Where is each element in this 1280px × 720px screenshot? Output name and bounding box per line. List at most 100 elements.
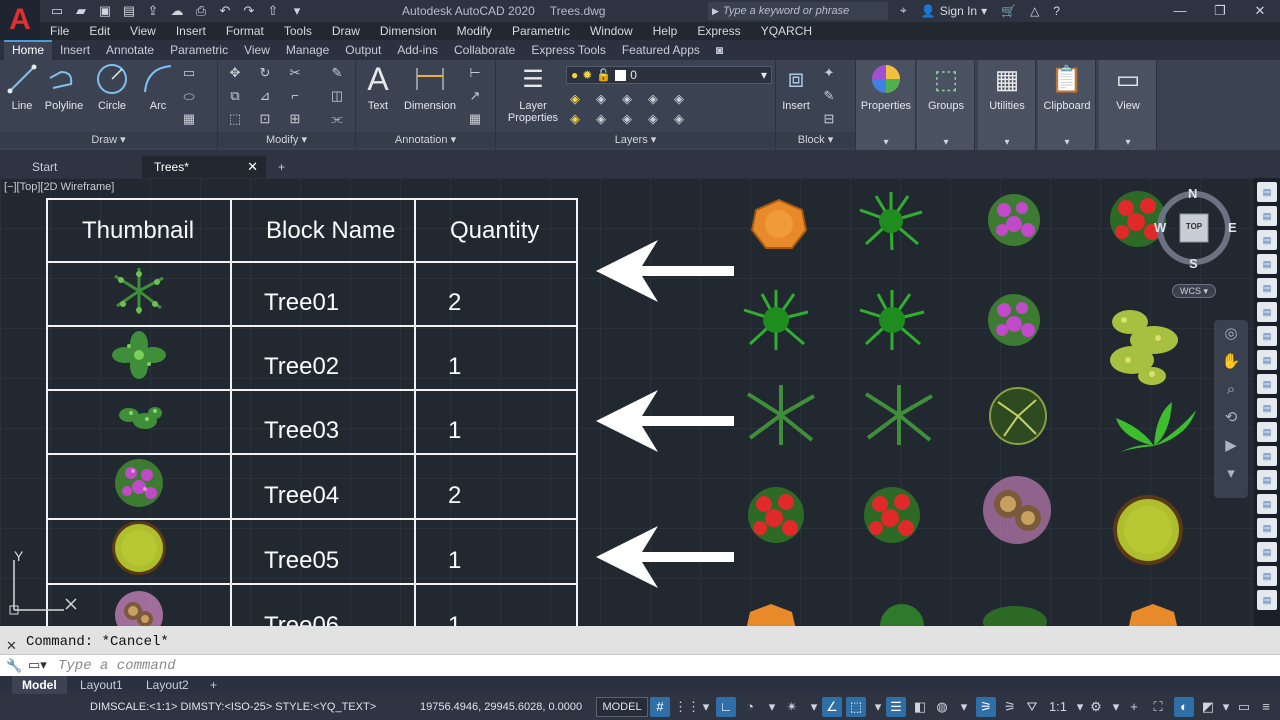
chevron-down-icon[interactable]: ▾	[804, 697, 824, 717]
customization-icon[interactable]: ≡	[1256, 697, 1276, 717]
menu-format[interactable]: Format	[216, 22, 274, 40]
binoculars-icon[interactable]: ⌖	[900, 3, 907, 18]
palette-tool-icon[interactable]: ▤	[1257, 446, 1277, 466]
workspace-gear-icon[interactable]: ⚙	[1086, 697, 1106, 717]
block-attributes-icon[interactable]: ⊟	[820, 110, 838, 128]
groups-button[interactable]: ⬚ Groups ▾	[917, 60, 975, 150]
layers-panel-title[interactable]: Layers ▾	[496, 132, 775, 148]
menu-modify[interactable]: Modify	[447, 22, 502, 40]
new-layout-button[interactable]: +	[200, 676, 227, 694]
draw-panel-title[interactable]: Draw ▾	[0, 132, 217, 148]
auto-scale-icon[interactable]: ⚞	[1000, 697, 1020, 717]
nav-bar-settings-icon[interactable]: ▾	[1214, 460, 1248, 488]
undo-icon[interactable]: ↶	[216, 2, 234, 20]
layer-properties-button[interactable]: ☰ Layer Properties	[502, 62, 564, 125]
open-file-icon[interactable]: ▰	[72, 2, 90, 20]
showmotion-icon[interactable]: ▶	[1214, 432, 1248, 460]
tab-annotate[interactable]: Annotate	[98, 40, 162, 60]
text-button[interactable]: A Text	[350, 61, 406, 113]
layer-lock-icon[interactable]: ◈	[644, 90, 662, 108]
palm-symbol[interactable]	[856, 288, 928, 352]
shrub-symbol[interactable]	[980, 598, 1050, 626]
snap-mode-icon[interactable]: ⋮⋮	[674, 697, 700, 717]
yellow-green-shrub-symbol[interactable]	[1104, 304, 1184, 388]
ortho-mode-icon[interactable]: ∟	[716, 697, 736, 717]
annotation-scale-icon[interactable]: ⛛	[1022, 697, 1042, 717]
model-space-toggle[interactable]: MODEL	[596, 697, 648, 717]
orange-tree-symbol[interactable]	[750, 198, 808, 250]
layer-freeze-icon[interactable]: ◈	[618, 90, 636, 108]
new-tab-button[interactable]: +	[270, 156, 300, 178]
chevron-down-icon[interactable]: ▾	[1106, 697, 1126, 717]
palette-tool-icon[interactable]: ▤	[1257, 302, 1277, 322]
search-box[interactable]: ▶	[708, 2, 888, 20]
palette-tool-icon[interactable]: ▤	[1257, 350, 1277, 370]
menu-express[interactable]: Express	[687, 22, 750, 40]
redo-icon[interactable]: ↷	[240, 2, 258, 20]
layer-dropdown[interactable]: ● ✹ 🔓 0 ▾	[566, 66, 772, 84]
grid-icon[interactable]: #	[650, 697, 670, 717]
tab-layout1[interactable]: Layout1	[70, 676, 133, 694]
palette-tool-icon[interactable]: ▤	[1257, 470, 1277, 490]
menu-window[interactable]: Window	[580, 22, 643, 40]
menu-edit[interactable]: Edit	[79, 22, 120, 40]
user-icon[interactable]: 👤	[921, 4, 936, 18]
orange-tree-symbol[interactable]	[1126, 602, 1180, 626]
drawing-canvas[interactable]: [−][Top][2D Wireframe] Thumbnail Block N…	[0, 178, 1254, 626]
palette-tool-icon[interactable]: ▤	[1257, 542, 1277, 562]
chevron-down-icon[interactable]: ▾	[954, 697, 974, 717]
close-icon[interactable]: ✕	[1240, 0, 1280, 22]
new-file-icon[interactable]: ▭	[48, 2, 66, 20]
save-as-icon[interactable]: ▤	[120, 2, 138, 20]
menu-draw[interactable]: Draw	[322, 22, 370, 40]
application-menu-button[interactable]: A	[0, 0, 40, 40]
layer-unisolate-icon[interactable]: ◈	[592, 110, 610, 128]
linear-dim-icon[interactable]: ⊢	[466, 64, 484, 82]
palette-tool-icon[interactable]: ▤	[1257, 518, 1277, 538]
create-block-icon[interactable]: ✦	[820, 64, 838, 82]
modify-panel-title[interactable]: Modify ▾	[218, 132, 355, 148]
layer-unlock-icon[interactable]: ◈	[644, 110, 662, 128]
minimize-icon[interactable]: —	[1160, 0, 1200, 22]
zoom-extents-icon[interactable]: ⌕	[1214, 376, 1248, 404]
dimension-button[interactable]: Dimension	[400, 62, 460, 112]
chevron-down-icon[interactable]: ▾	[1216, 697, 1236, 717]
rectangle-icon[interactable]: ▭	[180, 64, 198, 82]
search-input[interactable]	[722, 5, 883, 17]
menu-insert[interactable]: Insert	[166, 22, 216, 40]
object-snap-tracking-icon[interactable]: ∠	[822, 697, 842, 717]
autodesk-app-icon[interactable]: △	[1030, 4, 1039, 18]
palm-symbol[interactable]	[872, 596, 932, 626]
move-icon[interactable]: ✥	[226, 64, 244, 82]
deciduous-tree-symbol[interactable]	[984, 386, 1052, 446]
annotation-monitor-icon[interactable]: +	[1124, 697, 1144, 717]
menu-help[interactable]: Help	[643, 22, 688, 40]
palette-tool-icon[interactable]: ▤	[1257, 230, 1277, 250]
layer-isolate-icon[interactable]: ◈	[592, 90, 610, 108]
sign-in-link[interactable]: Sign In	[940, 4, 977, 18]
transparency-icon[interactable]: ◧	[910, 697, 930, 717]
isodraft-icon[interactable]: ✴	[782, 697, 802, 717]
tab-output[interactable]: Output	[337, 40, 389, 60]
palette-tool-icon[interactable]: ▤	[1257, 278, 1277, 298]
cart-icon[interactable]: 🛒	[1001, 4, 1016, 18]
chevron-down-icon[interactable]: ▾	[696, 697, 716, 717]
restore-icon[interactable]: ❐	[1200, 0, 1240, 22]
tab-start[interactable]: Start	[20, 156, 144, 178]
layer-walk-icon[interactable]: ◈	[670, 110, 688, 128]
clean-screen-icon[interactable]: ▭	[1234, 697, 1254, 717]
customize-qat-icon[interactable]: ▾	[288, 2, 306, 20]
offset-icon[interactable]: ⫘	[328, 110, 346, 128]
wcs-menu[interactable]: WCS ▾	[1172, 284, 1216, 298]
table-icon[interactable]: ▦	[466, 110, 484, 128]
save-icon[interactable]: ▣	[96, 2, 114, 20]
pink-flower-tree-symbol[interactable]	[976, 474, 1058, 546]
menu-file[interactable]: File	[40, 22, 79, 40]
layer-on-icon[interactable]: ◈	[566, 110, 584, 128]
array-icon[interactable]: ⊞	[286, 110, 304, 128]
cloud-save-icon[interactable]: ⇪	[144, 2, 162, 20]
wrench-icon[interactable]: 🔧	[6, 658, 22, 674]
menu-tools[interactable]: Tools	[274, 22, 322, 40]
purple-flower-symbol[interactable]	[984, 190, 1044, 250]
hardware-acceleration-icon[interactable]: ◩	[1198, 697, 1218, 717]
